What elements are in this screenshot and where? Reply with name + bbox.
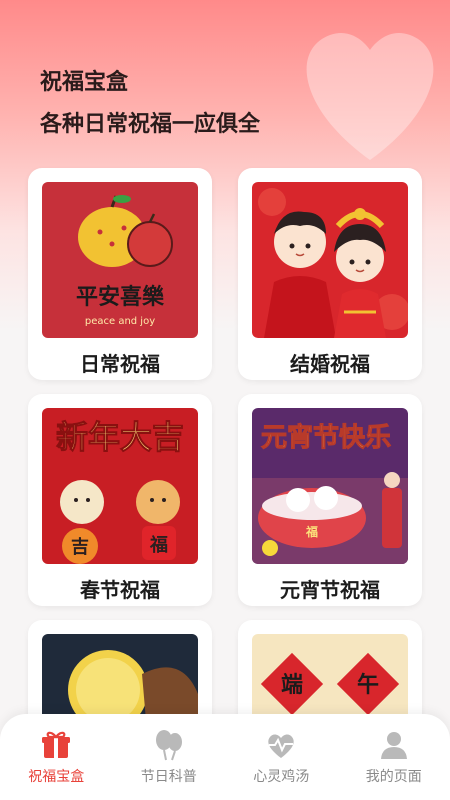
- daily-thumb-text: 平安喜樂: [76, 284, 165, 310]
- spring-thumb-char-1: 吉: [71, 536, 89, 558]
- gift-icon: [42, 731, 71, 758]
- spring-thumb-text: 新年大吉: [56, 418, 184, 456]
- spring-thumb-char-2: 福: [149, 534, 168, 556]
- lantern-thumb-char: 福: [305, 524, 318, 539]
- tab-blessing-box[interactable]: 祝福宝盒: [6, 728, 106, 800]
- daily-thumb-subtext: peace and joy: [85, 316, 155, 327]
- category-card-daily[interactable]: 平安喜樂 peace and joy 日常祝福: [28, 168, 212, 380]
- category-grid: 平安喜樂 peace and joy 日常祝福 结婚祝福 新年大吉 吉 福 春节…: [28, 168, 422, 800]
- balloon-icon: [155, 730, 182, 761]
- spring-festival-thumbnail: 新年大吉 吉 福: [42, 408, 198, 564]
- lantern-festival-thumbnail: 元宵节快乐 福: [252, 408, 408, 564]
- card-label-daily: 日常祝福: [80, 352, 160, 376]
- card-label-wedding: 结婚祝福: [290, 352, 370, 376]
- tab-label-my-page: 我的页面: [365, 769, 422, 785]
- lantern-thumb-text: 元宵节快乐: [261, 422, 391, 453]
- heart-decoration: [306, 32, 434, 161]
- tab-label-festival-science: 节日科普: [140, 769, 197, 785]
- daily-wishes-thumbnail: 平安喜樂 peace and joy: [42, 182, 198, 338]
- user-icon: [380, 732, 407, 759]
- card-label-spring-festival: 春节祝福: [80, 578, 160, 602]
- tab-festival-science[interactable]: 节日科普: [119, 728, 219, 800]
- heartbeat-icon: [268, 734, 294, 758]
- tab-my-page[interactable]: 我的页面: [344, 728, 444, 800]
- page-subtitle: 各种日常祝福一应俱全: [40, 112, 261, 137]
- dragon-boat-thumb-char-2: 午: [357, 672, 379, 698]
- tab-chicken-soup[interactable]: 心灵鸡汤: [231, 728, 331, 800]
- category-card-wedding[interactable]: 结婚祝福: [238, 168, 422, 380]
- page-title: 祝福宝盒: [40, 70, 129, 95]
- wedding-thumbnail: [252, 182, 408, 338]
- category-card-lantern-festival[interactable]: 元宵节快乐 福 元宵节祝福: [238, 394, 422, 606]
- tab-label-chicken-soup: 心灵鸡汤: [253, 769, 310, 785]
- bottom-tab-bar: 祝福宝盒 节日科普 心灵鸡汤 我的页面: [0, 714, 450, 800]
- tab-label-blessing-box: 祝福宝盒: [28, 769, 85, 785]
- dragon-boat-thumb-char-1: 端: [281, 672, 303, 698]
- card-label-lantern-festival: 元宵节祝福: [280, 578, 380, 602]
- category-card-spring-festival[interactable]: 新年大吉 吉 福 春节祝福: [28, 394, 212, 606]
